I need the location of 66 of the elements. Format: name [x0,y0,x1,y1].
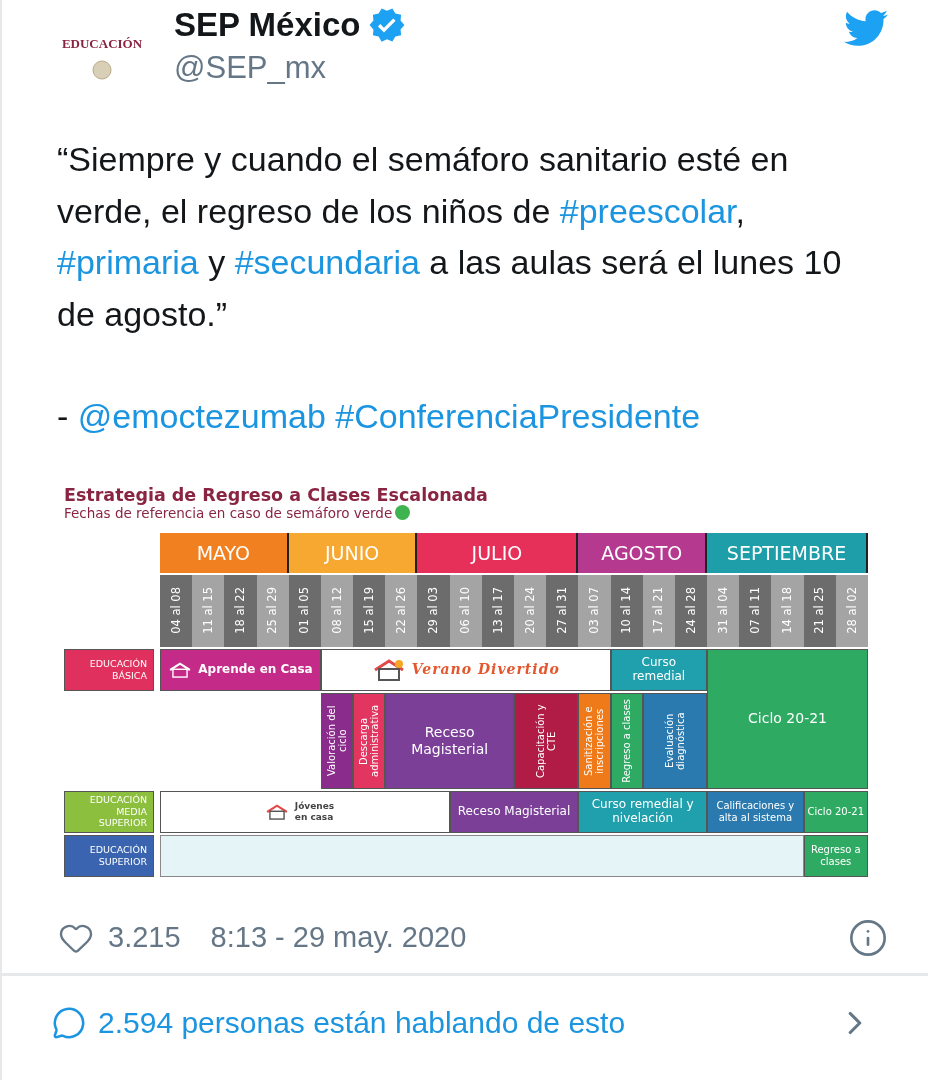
week-cell: 06 al 10 [449,574,482,647]
tweet-text: “Siempre y cuando el semáforo sanitario esté en verde, el regreso de los niños de #preescolar, #primaria y #secundaria a las aulas será el lunes 10 de agosto.” [57,139,843,335]
week-cell: 07 al 11 [739,574,772,647]
timeline-block: Regreso a clases [803,834,868,877]
week-cell: 17 al 21 [642,574,675,647]
week-cell: 31 al 04 [707,574,740,647]
tweet-text: - @emoctezumab #ConferenciaPresidente [57,396,702,437]
author-name[interactable]: SEP México [174,6,361,44]
hashtag-link[interactable]: @emoctezumab [77,397,326,435]
timeline-block: Receso Magisterial [385,692,514,789]
hashtag-link[interactable]: #secundaria [234,243,420,281]
timeline-block: Calificaciones y alta al sistema [707,790,804,833]
infographic-title: Estrategia de Regreso a Clases Escalonada [64,484,489,505]
timeline-block: Curso remedial y nivelación [578,790,708,833]
level-label: EDUCACIÓN SUPERIOR [64,834,154,877]
week-cell: 29 al 03 [417,574,450,647]
hashtag-link[interactable]: #primaria [57,243,199,281]
timeline-block: Curso remedial [610,648,708,691]
timeline-block: Jóvenes en casa [160,790,450,833]
author-handle[interactable]: @SEP_mx [174,50,820,86]
timeline-block: Valoración del ciclo [320,692,354,789]
week-cell: 15 al 19 [353,574,386,647]
month-header: JULIO [417,532,579,573]
like-count: 3.215 [108,921,181,954]
week-cell: 13 al 17 [481,574,514,647]
timeline-block: Capacitación y CTE [514,692,579,789]
week-cell: 08 al 12 [320,574,354,647]
week-cell: 25 al 29 [256,574,289,647]
conversation-link[interactable]: 2.594 personas están hablando de esto [98,1005,824,1040]
timeline-block: Receso Magisterial [449,790,579,833]
timeline-block: Ciclo 20-21 [707,648,868,789]
timeline-block: Regreso a clases [610,692,643,789]
timeline-block: Descarga administrativa [353,692,386,789]
hashtag-link[interactable]: #ConferenciaPresidente [335,397,701,435]
level-label: EDUCACIÓN BÁSICA [64,648,154,691]
week-cell: 18 al 22 [224,574,257,647]
week-cell: 11 al 15 [192,574,225,647]
seal-icon [92,60,112,80]
timeline-block: Verano Divertido [320,648,611,691]
week-cell: 01 al 05 [288,574,321,647]
week-cell: 03 al 07 [578,574,611,647]
week-cell: 04 al 08 [160,574,193,647]
week-cell: 27 al 31 [546,574,579,647]
infographic-subtitle: Fechas de referencia en caso de semáforo verde [64,504,393,521]
week-cell: 20 al 24 [514,574,547,647]
month-header: MAYO [160,532,289,573]
month-header: SEPTIEMBRE [707,532,868,573]
hashtag-link[interactable]: #preescolar [559,191,736,230]
info-icon[interactable] [848,917,888,958]
tweet-timestamp[interactable]: 8:13 - 29 may. 2020 [210,921,834,954]
timeline-block: Ciclo 20-21 [803,790,868,833]
month-header: AGOSTO [578,532,708,573]
timeline-block: Sanitización e inscripciones [578,692,611,789]
week-cell: 22 al 26 [385,574,418,647]
comment-icon[interactable] [52,1005,86,1040]
timeline-block: Aprende en Casa [160,648,321,691]
week-cell: 28 al 02 [835,574,868,647]
week-cell: 14 al 18 [771,574,804,647]
week-cell: 21 al 25 [803,574,836,647]
week-cell: 10 al 14 [610,574,643,647]
status-dot-icon [395,505,411,520]
timeline-block: Evaluación diagnóstica [642,692,708,789]
month-header: JUNIO [288,532,418,573]
week-cell: 24 al 28 [674,574,708,647]
logo-text: EDUCACIÓN [61,36,143,52]
level-label: EDUCACIÓN MEDIA SUPERIOR [64,790,154,833]
